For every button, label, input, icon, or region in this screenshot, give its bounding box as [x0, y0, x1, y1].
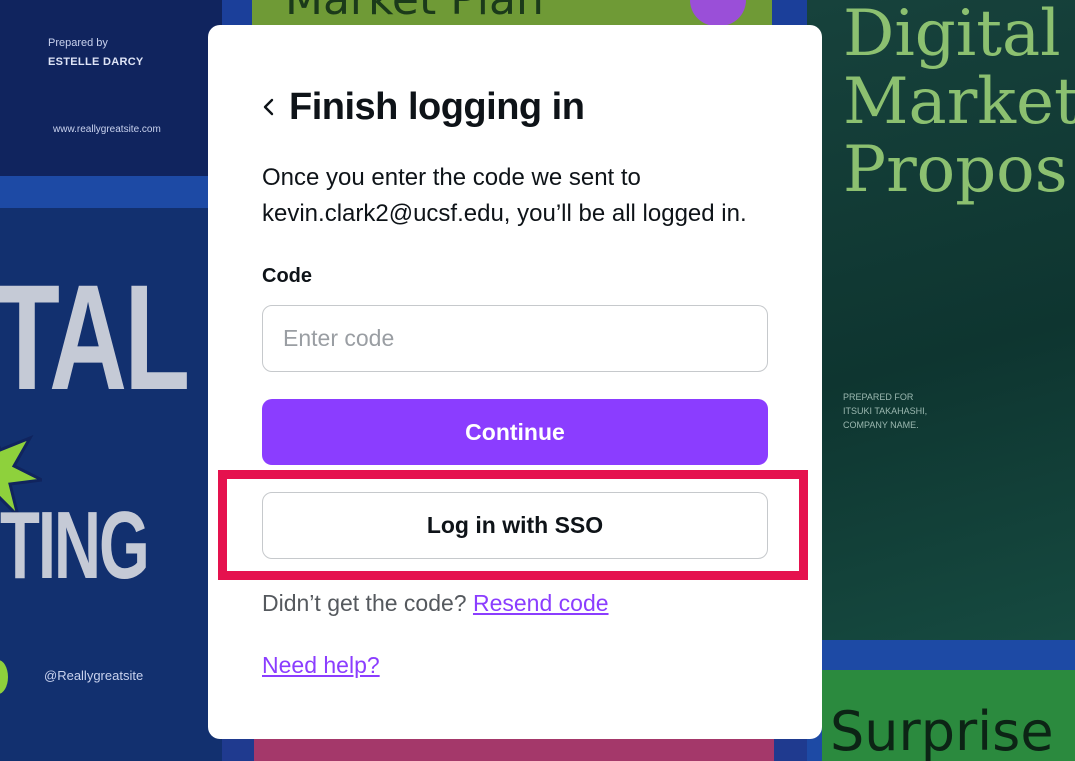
- resend-row: Didn’t get the code? Resend code: [262, 590, 609, 617]
- page-title: Finish logging in: [289, 86, 585, 128]
- chevron-left-icon: [263, 98, 274, 116]
- background-poster-bottom: [254, 738, 774, 761]
- poster-market-plan-title: Market Plan: [285, 0, 544, 25]
- code-input[interactable]: [262, 305, 768, 372]
- poster-headline-line1: TAL: [0, 253, 190, 421]
- background-poster-left-top: [0, 0, 222, 176]
- modal-header: Finish logging in: [262, 85, 585, 129]
- poster-prepared-by: Prepared by: [48, 37, 108, 49]
- poster-author: ESTELLE DARCY: [48, 56, 144, 68]
- login-modal: Finish logging in Once you enter the cod…: [208, 25, 822, 739]
- continue-button[interactable]: Continue: [262, 399, 768, 465]
- need-help-link[interactable]: Need help?: [262, 652, 380, 679]
- poster-prepared-for: PREPARED FOR ITSUKI TAKAHASHI, COMPANY N…: [843, 392, 928, 430]
- poster-handle: @Reallygreatsite: [44, 668, 144, 683]
- poster-website: www.reallygreatsite.com: [53, 124, 161, 135]
- code-label: Code: [262, 265, 312, 287]
- background-band: [0, 176, 222, 208]
- back-button[interactable]: [262, 87, 282, 127]
- poster-headline-line2: TING: [0, 492, 150, 599]
- poster-digital-title: Digital Market Propos: [843, 0, 1075, 207]
- resend-prompt: Didn’t get the code?: [262, 590, 467, 616]
- instruction-text: Once you enter the code we sent to kevin…: [262, 164, 747, 227]
- resend-code-link[interactable]: Resend code: [473, 590, 609, 616]
- sso-login-button[interactable]: Log in with SSO: [262, 492, 768, 559]
- poster-surprise-title: Surprise: [830, 700, 1054, 761]
